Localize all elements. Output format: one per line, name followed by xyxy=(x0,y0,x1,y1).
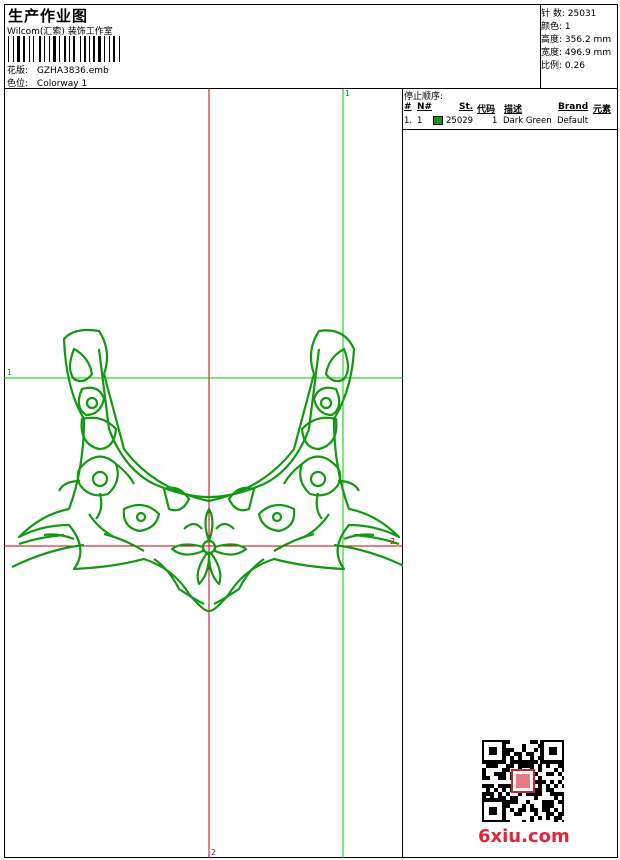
pattern-line: 花版: GZHA3836.emb xyxy=(7,63,109,76)
col-element: 元素 xyxy=(593,105,612,115)
guide-label-h2: 2 xyxy=(390,537,395,546)
col-brand: Brand xyxy=(558,102,589,112)
row-index: 1. xyxy=(404,116,413,126)
stat-stitches: 针 数: 25031 xyxy=(541,9,597,19)
stop-sequence-heading: 停止顺序: xyxy=(404,92,444,102)
guide-label-v2: 2 xyxy=(211,848,216,857)
barcode xyxy=(8,36,120,62)
colorway-value: Colorway 1 xyxy=(36,79,88,89)
table-divider xyxy=(403,129,618,130)
watermark-logo: 6xiu.com xyxy=(478,826,570,847)
row-n: 1 xyxy=(417,116,423,126)
stat-height: 高度: 356.2 mm xyxy=(541,35,612,45)
qr-code-icon xyxy=(482,740,564,822)
guide-label-v1: 1 xyxy=(345,89,350,98)
col-desc: 描述 xyxy=(504,105,523,115)
design-canvas: 1 1 2 2 xyxy=(4,89,403,858)
guide-label-h1: 1 xyxy=(7,368,12,377)
colorway-line: 色位: Colorway 1 xyxy=(7,76,87,89)
page-title: 生产作业图 xyxy=(8,7,89,25)
stats-panel: 针 数: 25031 颜色: 1 高度: 356.2 mm 宽度: 496.9 … xyxy=(541,4,618,89)
design-preview: 1 1 2 2 xyxy=(4,89,403,858)
row-brand: Default xyxy=(557,116,589,126)
pattern-value: GZHA3836.emb xyxy=(36,66,109,76)
stat-width: 宽度: 496.9 mm xyxy=(541,48,612,58)
color-swatch xyxy=(433,116,443,125)
row-desc: Dark Green xyxy=(503,116,552,126)
col-st: St. xyxy=(459,102,474,112)
col-index: # xyxy=(404,102,412,112)
col-code: 代码 xyxy=(477,105,496,115)
row-st: 25029 xyxy=(446,116,474,126)
stat-colors: 颜色: 1 xyxy=(541,22,571,32)
pattern-label: 花版: xyxy=(7,66,29,76)
embroidery-collar-design xyxy=(11,328,403,613)
colorway-label: 色位: xyxy=(7,79,29,89)
row-code: 1 xyxy=(492,116,498,126)
header-panel: 生产作业图 Wilcom(汇索) 装饰工作室 花版: GZHA3836.emb … xyxy=(4,4,541,89)
stat-scale: 比例: 0.26 xyxy=(541,61,585,71)
col-n: N# xyxy=(417,102,433,112)
